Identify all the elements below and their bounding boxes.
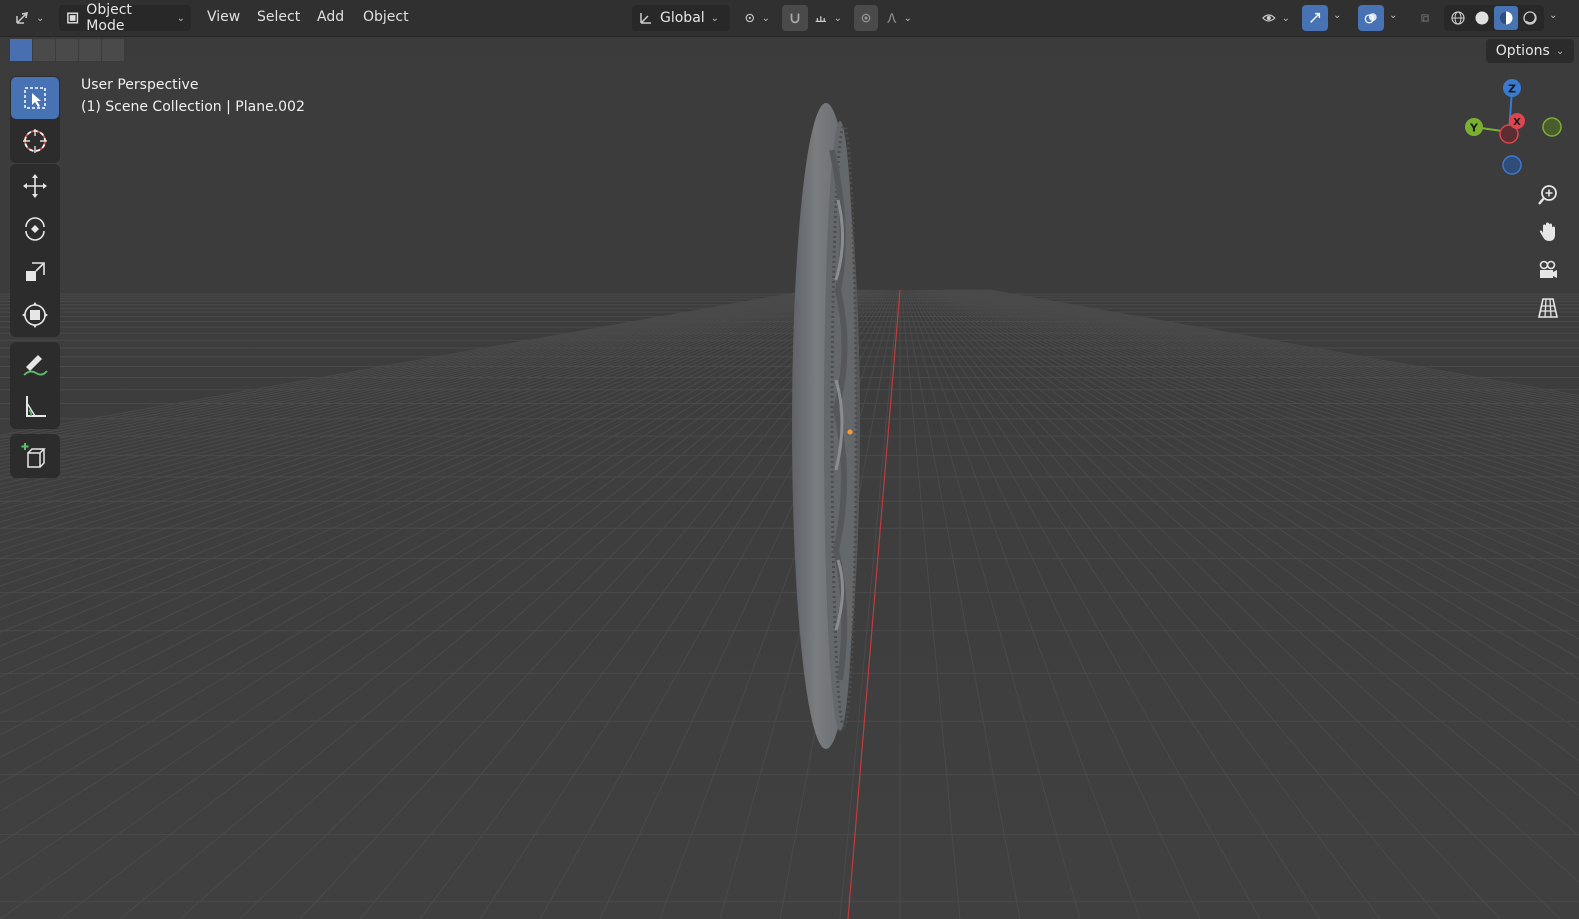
chevron-down-icon: ⌄ bbox=[833, 12, 842, 24]
overlays-toggle[interactable] bbox=[1358, 5, 1384, 31]
tool-transform[interactable] bbox=[11, 294, 59, 336]
x-axis-label: X bbox=[1513, 117, 1521, 128]
neg-z-axis-handle[interactable] bbox=[1502, 155, 1522, 175]
snap-increment-icon bbox=[815, 16, 826, 23]
tool-add-cube[interactable] bbox=[11, 435, 59, 477]
tool-rotate[interactable] bbox=[11, 208, 59, 250]
xray-icon bbox=[1421, 14, 1429, 22]
editor-type-button[interactable]: ⌄ bbox=[8, 5, 50, 31]
wireframe-sphere-icon bbox=[1451, 11, 1465, 25]
select-subtract-button[interactable] bbox=[56, 39, 78, 61]
hand-icon bbox=[1539, 222, 1555, 241]
toolbar-group-select bbox=[10, 76, 60, 163]
toolbar-group-annotate bbox=[10, 342, 60, 429]
collection-label: (1) Scene Collection | Plane.002 bbox=[81, 99, 305, 115]
material-sphere-icon bbox=[1499, 11, 1513, 25]
annotate-icon bbox=[23, 355, 48, 376]
toolbar-group-transform bbox=[10, 164, 60, 337]
select-box-icon bbox=[24, 87, 46, 109]
overlays-chevron-icon[interactable]: ⌄ bbox=[1389, 10, 1397, 21]
chevron-down-icon: ⌄ bbox=[1281, 12, 1290, 24]
falloff-curve-icon bbox=[887, 13, 897, 23]
mode-label: Object Mode bbox=[86, 2, 132, 34]
pivot-dropdown[interactable]: ⌄ bbox=[738, 5, 776, 31]
orientation-dropdown[interactable]: Global ⌄ bbox=[632, 5, 730, 31]
move-icon bbox=[23, 174, 47, 198]
orientation-label: Global bbox=[660, 10, 705, 26]
mode-dropdown[interactable]: Object Mode ⌄ bbox=[59, 2, 191, 34]
menu-add[interactable]: Add bbox=[317, 9, 344, 25]
tool-move[interactable] bbox=[11, 165, 59, 207]
rotate-icon bbox=[25, 217, 45, 241]
select-invert-button[interactable] bbox=[79, 39, 101, 61]
magnet-icon bbox=[790, 13, 800, 24]
snap-toggle[interactable] bbox=[782, 5, 808, 31]
solid-shading-button[interactable] bbox=[1470, 6, 1494, 30]
y-axis-label: Y bbox=[1469, 122, 1479, 135]
camera-view-button[interactable] bbox=[1531, 253, 1565, 287]
eye-icon bbox=[1262, 14, 1276, 22]
header-bar: ⌄ Object Mode ⌄ View Select Add Object G… bbox=[0, 0, 1579, 37]
gizmo-chevron-icon[interactable]: ⌄ bbox=[1333, 10, 1341, 21]
chevron-down-icon: ⌄ bbox=[761, 12, 770, 24]
object-mode-icon bbox=[67, 12, 79, 24]
grid-perspective-icon bbox=[1538, 298, 1558, 318]
scale-icon bbox=[26, 262, 45, 281]
xray-toggle[interactable] bbox=[1414, 5, 1436, 31]
chevron-down-icon: ⌄ bbox=[903, 12, 912, 24]
3d-viewport[interactable] bbox=[0, 0, 1579, 919]
toolbar-group-add bbox=[10, 434, 60, 478]
gizmo-icon bbox=[1310, 12, 1321, 23]
visibility-dropdown[interactable]: ⌄ bbox=[1256, 5, 1296, 31]
shading-chevron-icon[interactable]: ⌄ bbox=[1549, 10, 1557, 21]
perspective-label: User Perspective bbox=[81, 77, 199, 93]
rendered-sphere-icon bbox=[1523, 11, 1537, 25]
orthographic-toggle-button[interactable] bbox=[1531, 291, 1565, 325]
rendered-shading-button[interactable] bbox=[1518, 6, 1542, 30]
menu-object[interactable]: Object bbox=[363, 9, 409, 25]
camera-icon bbox=[1539, 260, 1557, 278]
material-shading-button[interactable] bbox=[1494, 6, 1518, 30]
chevron-down-icon: ⌄ bbox=[1555, 45, 1565, 57]
measure-icon bbox=[26, 396, 46, 417]
navigation-gizmo[interactable]: Z Y X bbox=[1455, 74, 1579, 184]
tool-scale[interactable] bbox=[11, 251, 59, 293]
select-extend-button[interactable] bbox=[33, 39, 55, 61]
tool-cursor[interactable] bbox=[11, 120, 59, 162]
select-mode-buttons bbox=[10, 39, 125, 61]
options-label: Options bbox=[1495, 43, 1550, 59]
cursor-icon bbox=[23, 129, 47, 153]
solid-sphere-icon bbox=[1475, 11, 1489, 25]
tool-annotate[interactable] bbox=[11, 343, 59, 385]
chevron-down-icon: ⌄ bbox=[36, 12, 45, 24]
chevron-down-icon: ⌄ bbox=[710, 12, 720, 24]
pan-button[interactable] bbox=[1531, 215, 1565, 249]
snap-target-dropdown[interactable]: ⌄ bbox=[808, 5, 848, 31]
transform-icon bbox=[22, 302, 48, 328]
options-dropdown[interactable]: Options ⌄ bbox=[1486, 39, 1574, 63]
chevron-down-icon: ⌄ bbox=[176, 12, 185, 24]
proportional-edit-toggle[interactable] bbox=[854, 5, 878, 31]
z-axis-label: Z bbox=[1508, 83, 1516, 96]
tool-select-box[interactable] bbox=[11, 77, 59, 119]
falloff-dropdown[interactable]: ⌄ bbox=[880, 5, 918, 31]
wireframe-shading-button[interactable] bbox=[1446, 6, 1470, 30]
wheel-object bbox=[792, 103, 860, 749]
add-cube-icon bbox=[21, 443, 46, 468]
shading-buttons bbox=[1444, 5, 1544, 31]
menu-view[interactable]: View bbox=[207, 9, 240, 25]
proportional-edit-icon bbox=[861, 13, 871, 23]
axes-icon bbox=[16, 12, 28, 24]
gizmo-toggle[interactable] bbox=[1302, 5, 1328, 31]
overlays-icon bbox=[1364, 13, 1377, 24]
pivot-icon bbox=[745, 13, 754, 23]
select-new-button[interactable] bbox=[10, 39, 32, 61]
zoom-icon bbox=[1538, 185, 1557, 205]
zoom-button[interactable] bbox=[1531, 178, 1565, 212]
neg-y-axis-handle[interactable] bbox=[1542, 117, 1562, 137]
transform-orientation-icon bbox=[640, 13, 651, 24]
select-intersect-button[interactable] bbox=[102, 39, 124, 61]
menu-select[interactable]: Select bbox=[257, 9, 300, 25]
tool-measure[interactable] bbox=[11, 386, 59, 428]
